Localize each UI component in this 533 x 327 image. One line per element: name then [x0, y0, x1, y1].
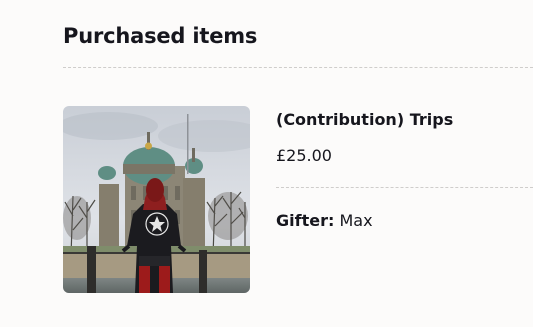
gifter-line: Gifter: Max [276, 211, 373, 230]
section-divider [63, 67, 533, 68]
section-title: Purchased items [63, 24, 258, 48]
item-name: (Contribution) Trips [276, 110, 454, 129]
item-price: £25.00 [276, 146, 332, 165]
item-divider [276, 187, 533, 188]
purchased-items-page: Purchased items (Contribution) Trips £25… [0, 0, 533, 327]
gifter-name: Max [339, 211, 373, 230]
gifter-label: Gifter: [276, 211, 335, 230]
item-photo [63, 106, 250, 293]
